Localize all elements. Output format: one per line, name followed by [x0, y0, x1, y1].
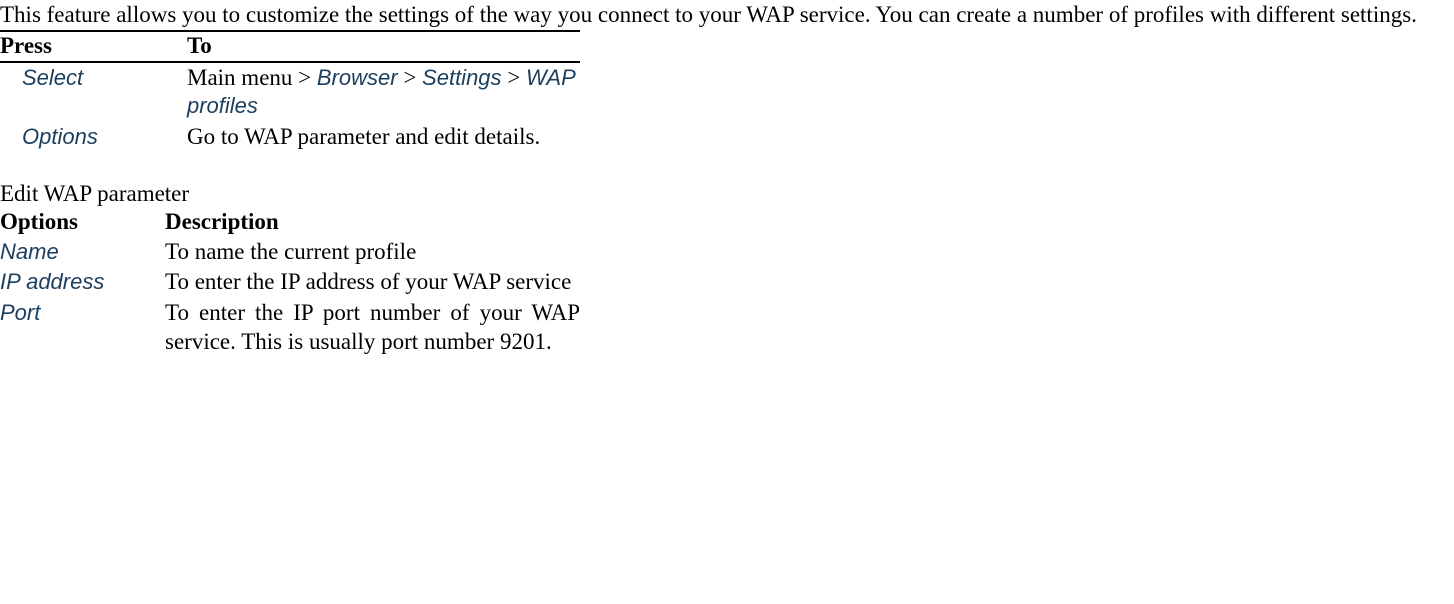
header-to: To [187, 31, 580, 62]
options-description-table: Options Description Name To name the cur… [0, 207, 580, 358]
table-row: Options Go to WAP parameter and edit det… [0, 122, 580, 153]
table-row: Name To name the current profile [0, 237, 580, 268]
table-row: Port To enter the IP port number of your… [0, 298, 580, 358]
nav-sep: > [502, 65, 526, 90]
to-action: Go to WAP parameter and edit details. [187, 122, 580, 153]
nav-browser: Browser [317, 65, 398, 90]
edit-wap-parameter-heading: Edit WAP parameter [0, 181, 1454, 207]
table-row: Select Main menu > Browser > Settings > … [0, 62, 580, 123]
header-options: Options [0, 207, 165, 237]
nav-settings: Settings [422, 65, 502, 90]
option-name: Name [0, 239, 59, 264]
intro-paragraph: This feature allows you to customize the… [0, 0, 1454, 30]
press-to-table: Press To Select Main menu > Browser > Se… [0, 30, 580, 153]
to-action: Main menu > Browser > Settings > WAP pro… [187, 62, 580, 123]
nav-main-menu: Main menu > [187, 65, 317, 90]
description-text: To enter the IP port number of your WAP … [165, 298, 580, 358]
nav-sep: > [398, 65, 422, 90]
table-row: IP address To enter the IP address of yo… [0, 267, 580, 298]
header-description: Description [165, 207, 580, 237]
table-header-row: Options Description [0, 207, 580, 237]
header-press: Press [0, 31, 187, 62]
option-name: IP address [0, 269, 104, 294]
description-text: To enter the IP address of your WAP serv… [165, 267, 580, 298]
table-header-row: Press To [0, 31, 580, 62]
option-name: Port [0, 300, 40, 325]
description-text: To name the current profile [165, 237, 580, 268]
press-option: Options [22, 124, 98, 149]
press-option: Select [22, 65, 83, 90]
